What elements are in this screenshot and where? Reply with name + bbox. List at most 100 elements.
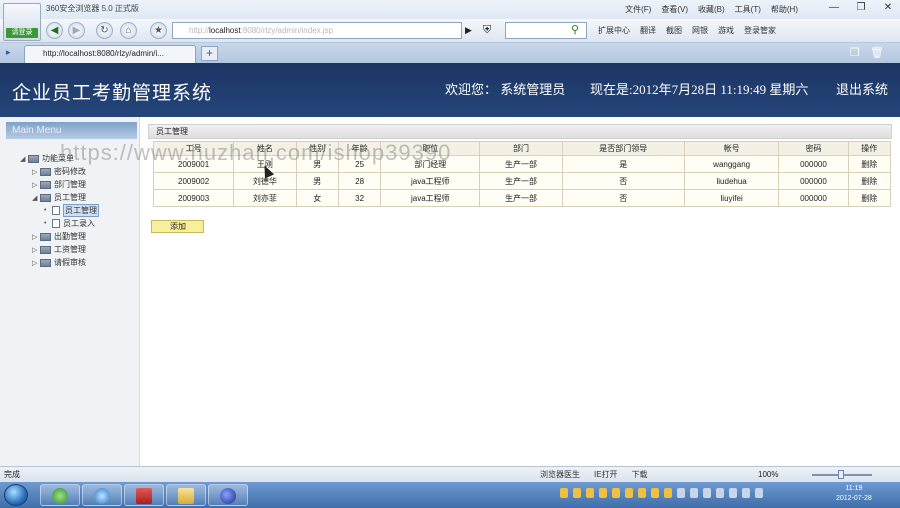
browser-menu-item[interactable]: 查看(V) bbox=[661, 4, 688, 15]
tree-toggle-icon[interactable]: ▷ bbox=[32, 259, 40, 267]
taskbar-clock[interactable]: 11:19 2012-07-28 bbox=[836, 484, 872, 504]
delete-link[interactable]: 删除 bbox=[847, 189, 892, 207]
add-employee-button[interactable]: 添加 bbox=[151, 220, 204, 233]
table-cell: 男 bbox=[295, 172, 339, 190]
browser-menu-item[interactable]: 工具(T) bbox=[735, 4, 761, 15]
table-cell: 男 bbox=[295, 155, 339, 173]
sidebar-item[interactable]: • 员工录入 bbox=[44, 217, 95, 230]
tray-icon[interactable] bbox=[755, 488, 763, 498]
taskbar-explorer[interactable] bbox=[166, 484, 206, 506]
app-icon bbox=[136, 488, 152, 504]
go-icon[interactable]: ▶ bbox=[465, 25, 472, 36]
sidebar-item-label: 密码修改 bbox=[54, 167, 86, 176]
taskbar-eclipse[interactable] bbox=[208, 484, 248, 506]
tree-toggle-icon[interactable]: ◢ bbox=[32, 194, 40, 202]
column-header: 部门 bbox=[479, 141, 563, 156]
start-button[interactable] bbox=[4, 484, 28, 506]
tray-icon[interactable] bbox=[716, 488, 724, 498]
sidebar-item-label: 员工录入 bbox=[63, 219, 95, 228]
tray-icon[interactable] bbox=[729, 488, 737, 498]
refresh-icon[interactable]: ↻ bbox=[96, 22, 113, 39]
favorites-star-icon[interactable]: ★ bbox=[150, 22, 167, 39]
toolbar-extension-item[interactable]: 截图 bbox=[666, 25, 682, 36]
sidebar-item[interactable]: ◢ 功能菜单 bbox=[20, 152, 74, 165]
tray-icon[interactable] bbox=[638, 488, 646, 498]
logout-link[interactable]: 退出系统 bbox=[836, 79, 888, 98]
column-header: 职位 bbox=[380, 141, 481, 156]
home-icon[interactable]: ⌂ bbox=[120, 22, 137, 39]
status-tool[interactable]: IE打开 bbox=[594, 467, 618, 482]
tray-icon[interactable] bbox=[599, 488, 607, 498]
delete-link[interactable]: 删除 bbox=[847, 172, 892, 190]
shield-icon[interactable]: ⛨ bbox=[483, 24, 491, 37]
tray-icon[interactable] bbox=[586, 488, 594, 498]
browser-logo[interactable]: 请登录 bbox=[3, 3, 41, 41]
sidebar-item[interactable]: ▷ 工资管理 bbox=[32, 243, 86, 256]
zoom-level[interactable]: 100% bbox=[758, 467, 778, 482]
taskbar-360-browser[interactable] bbox=[40, 484, 80, 506]
address-bar[interactable]: http://localhost:8080/rlzy/admin/index.j… bbox=[172, 22, 462, 39]
tab-admin-index[interactable]: http://localhost:8080/rlzy/admin/i... bbox=[24, 45, 196, 63]
back-icon[interactable]: ◀ bbox=[46, 22, 63, 39]
tray-icon[interactable] bbox=[612, 488, 620, 498]
minimize-icon[interactable]: — bbox=[826, 2, 842, 15]
system-tray[interactable] bbox=[560, 488, 763, 498]
table-cell: 32 bbox=[337, 189, 382, 207]
tree-toggle-icon[interactable]: ◢ bbox=[20, 155, 28, 163]
tray-icon[interactable] bbox=[560, 488, 568, 498]
toolbar-extension-item[interactable]: 游戏 bbox=[718, 25, 734, 36]
table-cell: 000000 bbox=[778, 189, 849, 207]
status-tool[interactable]: 下载 bbox=[632, 467, 648, 482]
browser-title: 360安全浏览器 5.0 正式版 bbox=[46, 4, 139, 13]
sidebar-item[interactable]: • 员工管理 bbox=[44, 204, 99, 217]
trash-icon[interactable]: 🗑 bbox=[870, 46, 884, 59]
toolbar-extension-item[interactable]: 扩展中心 bbox=[598, 25, 630, 36]
tree-toggle-icon[interactable]: ▷ bbox=[32, 168, 40, 176]
tree-toggle-icon[interactable]: ▷ bbox=[32, 246, 40, 254]
browser-menu-item[interactable]: 收藏(B) bbox=[698, 4, 725, 15]
table-cell: java工程师 bbox=[380, 189, 481, 207]
table-row: 2009003 刘亦菲女 32 java工程师 生产一部否 liuyifei 000000 删… bbox=[152, 189, 892, 207]
browser-menu-item[interactable]: 文件(F) bbox=[625, 4, 651, 15]
sidebar-toggle-icon[interactable]: ▸ bbox=[6, 47, 11, 58]
tree-toggle-icon[interactable]: • bbox=[44, 207, 52, 214]
taskbar-ie[interactable] bbox=[82, 484, 122, 506]
tree-toggle-icon[interactable]: ▷ bbox=[32, 181, 40, 189]
restore-tabs-icon[interactable]: ❐ bbox=[850, 46, 860, 59]
sidebar-item-label: 部门管理 bbox=[54, 180, 86, 189]
tray-icon[interactable] bbox=[703, 488, 711, 498]
toolbar-extension-item[interactable]: 翻译 bbox=[640, 25, 656, 36]
sidebar-item[interactable]: ▷ 出勤管理 bbox=[32, 230, 86, 243]
maximize-icon[interactable]: ❐ bbox=[853, 2, 869, 15]
tray-icon[interactable] bbox=[690, 488, 698, 498]
browser-menu-item[interactable]: 帮助(H) bbox=[771, 4, 798, 15]
taskbar-time: 11:19 bbox=[845, 485, 863, 492]
toolbar-extension-item[interactable]: 登录管家 bbox=[744, 25, 776, 36]
sidebar-item[interactable]: ▷ 密码修改 bbox=[32, 165, 86, 178]
sidebar-header: Main Menu bbox=[6, 122, 137, 139]
browser-menu-bar: 文件(F) 查看(V) 收藏(B) 工具(T) 帮助(H) bbox=[625, 4, 798, 15]
tray-icon[interactable] bbox=[625, 488, 633, 498]
sidebar-item-label: 员工管理 bbox=[54, 193, 86, 202]
new-tab-button[interactable]: + bbox=[201, 46, 218, 61]
delete-link[interactable]: 删除 bbox=[847, 155, 892, 173]
tree-toggle-icon[interactable]: • bbox=[44, 220, 52, 227]
sidebar-item[interactable]: ▷ 部门管理 bbox=[32, 178, 86, 191]
close-icon[interactable]: ✕ bbox=[880, 2, 896, 15]
tray-icon[interactable] bbox=[651, 488, 659, 498]
taskbar-app[interactable] bbox=[124, 484, 164, 506]
toolbar-extension-item[interactable]: 网银 bbox=[692, 25, 708, 36]
sidebar-item-label: 工资管理 bbox=[54, 245, 86, 254]
search-icon[interactable]: ⚲ bbox=[571, 23, 579, 36]
zoom-slider-handle[interactable] bbox=[838, 470, 844, 479]
sidebar-item[interactable]: ◢ 员工管理 bbox=[32, 191, 86, 204]
tree-toggle-icon[interactable]: ▷ bbox=[32, 233, 40, 241]
tray-icon[interactable] bbox=[677, 488, 685, 498]
folder-icon bbox=[40, 258, 51, 267]
sidebar-item[interactable]: ▷ 请假审核 bbox=[32, 256, 86, 269]
forward-icon[interactable]: ▶ bbox=[68, 22, 85, 39]
status-tool[interactable]: 浏览器医生 bbox=[540, 467, 580, 482]
tray-icon[interactable] bbox=[664, 488, 672, 498]
tray-icon[interactable] bbox=[573, 488, 581, 498]
tray-icon[interactable] bbox=[742, 488, 750, 498]
